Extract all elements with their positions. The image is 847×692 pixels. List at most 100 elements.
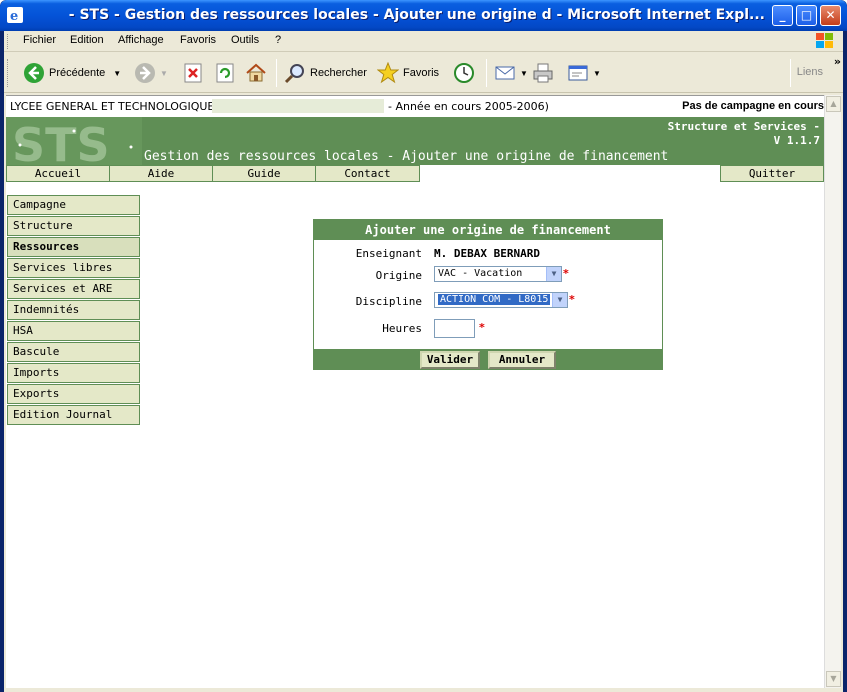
enseignant-label: Enseignant — [355, 247, 422, 260]
vertical-scrollbar[interactable]: ▲ ▼ — [824, 95, 841, 688]
add-funding-form: Ajouter une origine de financement Ensei… — [313, 219, 663, 370]
scroll-up-icon[interactable]: ▲ — [826, 96, 841, 112]
origine-select[interactable]: VAC - Vacation ▼ — [434, 266, 562, 282]
maximize-button[interactable]: □ — [796, 5, 817, 26]
nav-contact[interactable]: Contact — [315, 165, 420, 182]
stop-button[interactable] — [182, 61, 208, 85]
sidebar: Campagne Structure Ressources Services l… — [7, 195, 140, 426]
toolbar-separator — [486, 59, 487, 87]
minimize-button[interactable]: _ — [772, 5, 793, 26]
toolbar-separator — [276, 59, 277, 87]
app-version: Structure et Services - V 1.1.7 — [668, 120, 820, 148]
app-name: Structure et Services - — [667, 120, 820, 133]
forward-arrow-icon — [135, 63, 155, 83]
stop-icon — [184, 63, 202, 83]
title-bar[interactable]: e - STS - Gestion des ressources locales… — [0, 0, 847, 31]
heures-row: Heures * — [314, 319, 664, 339]
discipline-label: Discipline — [355, 295, 422, 308]
edit-button[interactable]: ▼ — [567, 61, 601, 85]
back-label: Précédente — [49, 67, 106, 79]
chevron-down-icon[interactable]: ▼ — [552, 293, 567, 307]
forward-dropdown-icon: ▼ — [160, 68, 168, 78]
menu-outils[interactable]: Outils — [231, 34, 259, 46]
toolbar-separator — [790, 59, 791, 87]
sidebar-item-campagne[interactable]: Campagne — [7, 195, 140, 215]
campaign-status: Pas de campagne en cours — [682, 100, 824, 112]
app-version-number: V 1.1.7 — [773, 134, 820, 147]
refresh-icon — [216, 63, 234, 83]
top-nav: Accueil Aide Guide Contact Quitter — [6, 165, 824, 182]
nav-quitter[interactable]: Quitter — [720, 165, 824, 182]
required-marker: * — [569, 293, 575, 306]
form-heading: Ajouter une origine de financement — [314, 220, 662, 240]
history-button[interactable] — [453, 61, 479, 85]
sidebar-item-edition-journal[interactable]: Edition Journal — [7, 405, 140, 425]
search-button[interactable]: Rechercher — [284, 61, 367, 85]
windows-logo-icon — [816, 33, 833, 48]
required-marker: * — [479, 321, 485, 334]
mail-button[interactable]: ▼ — [494, 61, 528, 85]
origine-label: Origine — [375, 269, 422, 282]
scroll-down-icon[interactable]: ▼ — [826, 671, 841, 687]
web-page: LYCEE GENERAL ET TECHNOLOGIQUE - Année e… — [6, 95, 824, 688]
browser-window: e - STS - Gestion des ressources locales… — [0, 0, 847, 692]
edit-page-icon — [568, 65, 588, 81]
sidebar-item-services-libres[interactable]: Services libres — [7, 258, 140, 278]
browser-client: Fichier Edition Affichage Favoris Outils… — [4, 31, 843, 688]
menu-affichage[interactable]: Affichage — [118, 34, 164, 46]
print-button[interactable] — [532, 61, 558, 85]
more-chevron[interactable]: » — [834, 55, 841, 68]
history-icon — [454, 63, 474, 83]
page-header-line: LYCEE GENERAL ET TECHNOLOGIQUE - Année e… — [6, 96, 824, 116]
sidebar-item-indemnites[interactable]: Indemnités — [7, 300, 140, 320]
sidebar-item-services-are[interactable]: Services et ARE — [7, 279, 140, 299]
sidebar-item-hsa[interactable]: HSA — [7, 321, 140, 341]
toolbar: Précédente ▼ ▼ Rechercher Favoris ▼ ▼ Li… — [4, 53, 843, 93]
back-arrow-icon — [24, 63, 44, 83]
discipline-select[interactable]: ACTION COM - L8015 ▼ — [434, 292, 568, 308]
sidebar-item-imports[interactable]: Imports — [7, 363, 140, 383]
school-name-blank — [212, 99, 384, 113]
forward-button[interactable]: ▼ — [134, 61, 168, 85]
menu-grip[interactable] — [7, 34, 10, 49]
nav-guide[interactable]: Guide — [212, 165, 316, 182]
annuler-button[interactable]: Annuler — [488, 351, 556, 369]
favorites-button[interactable]: Favoris — [377, 61, 439, 85]
sidebar-item-exports[interactable]: Exports — [7, 384, 140, 404]
sidebar-item-structure[interactable]: Structure — [7, 216, 140, 236]
required-marker: * — [563, 267, 569, 280]
nav-accueil[interactable]: Accueil — [6, 165, 110, 182]
menu-favoris[interactable]: Favoris — [180, 34, 216, 46]
origine-row: Origine VAC - Vacation ▼ * — [314, 266, 664, 286]
toolbar-grip[interactable] — [7, 59, 10, 87]
window-bottom-edge — [4, 688, 843, 692]
menu-help[interactable]: ? — [275, 34, 281, 46]
mail-dropdown-icon[interactable]: ▼ — [520, 69, 528, 78]
window-title: - STS - Gestion des ressources locales -… — [68, 7, 765, 23]
back-dropdown-icon[interactable]: ▼ — [113, 69, 121, 78]
nav-aide[interactable]: Aide — [109, 165, 213, 182]
home-button[interactable] — [245, 61, 271, 85]
sidebar-item-ressources[interactable]: Ressources — [7, 237, 140, 257]
heures-input[interactable] — [434, 319, 475, 338]
school-year: - Année en cours 2005-2006) — [388, 100, 549, 113]
favorites-label: Favoris — [403, 67, 440, 79]
search-label: Rechercher — [310, 67, 367, 79]
back-button[interactable]: Précédente ▼ — [23, 61, 121, 85]
close-button[interactable]: ✕ — [820, 5, 841, 26]
menu-fichier[interactable]: Fichier — [23, 34, 56, 46]
sidebar-item-bascule[interactable]: Bascule — [7, 342, 140, 362]
refresh-button[interactable] — [214, 61, 240, 85]
home-icon — [246, 63, 266, 82]
enseignant-value: M. DEBAX BERNARD — [434, 247, 540, 260]
edit-dropdown-icon[interactable]: ▼ — [593, 69, 601, 78]
svg-text:STS: STS — [12, 118, 110, 165]
links-label[interactable]: Liens — [797, 66, 823, 78]
school-name: LYCEE GENERAL ET TECHNOLOGIQUE — [10, 100, 215, 113]
chevron-down-icon[interactable]: ▼ — [546, 267, 561, 281]
app-banner: STS Structure et Services - V 1.1.7 Gest… — [6, 117, 824, 165]
menu-edition[interactable]: Edition — [70, 34, 104, 46]
search-icon — [284, 64, 304, 84]
printer-icon — [533, 63, 553, 83]
valider-button[interactable]: Valider — [420, 351, 480, 369]
